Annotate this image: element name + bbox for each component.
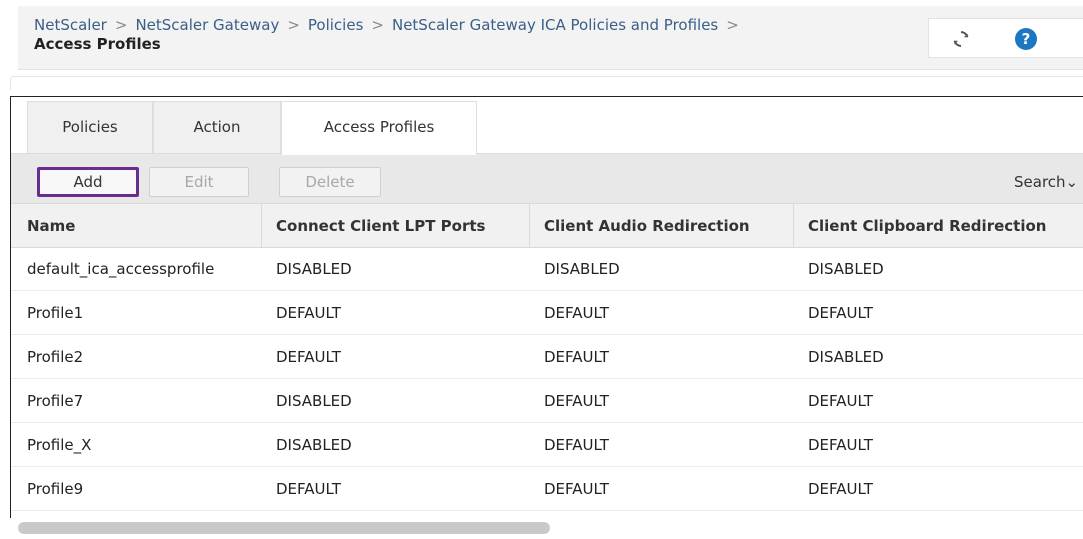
cell-clipboard-redirection: DEFAULT	[808, 436, 873, 454]
breadcrumb-separator: >	[371, 16, 384, 34]
cell-audio-redirection: DEFAULT	[544, 348, 609, 366]
breadcrumb: NetScaler > NetScaler Gateway > Policies > Net…	[34, 16, 904, 54]
search-label: Search	[1014, 173, 1066, 191]
table-row[interactable]: Profile2 DEFAULT DEFAULT DISABLED	[11, 336, 1083, 379]
cell-name: Profile1	[27, 304, 84, 322]
table-row[interactable]: Profile9 DEFAULT DEFAULT DEFAULT	[11, 468, 1083, 511]
cell-name: default_ica_accessprofile	[27, 260, 215, 278]
column-divider[interactable]	[529, 204, 530, 248]
breadcrumb-item-netscaler[interactable]: NetScaler	[34, 16, 107, 34]
tab-access-profiles[interactable]: Access Profiles	[281, 101, 477, 155]
search-button[interactable]: Search⌄	[1014, 173, 1078, 191]
tab-action[interactable]: Action	[153, 101, 281, 155]
add-button[interactable]: Add	[37, 167, 139, 197]
column-header-name[interactable]: Name	[27, 204, 257, 247]
header-actions: ?	[928, 18, 1083, 58]
cell-name: Profile_X	[27, 436, 92, 454]
cell-name: Profile9	[27, 480, 84, 498]
help-icon[interactable]: ?	[1015, 28, 1037, 50]
breadcrumb-separator: >	[287, 16, 300, 34]
cell-clipboard-redirection: DEFAULT	[808, 304, 873, 322]
cell-audio-redirection: DEFAULT	[544, 480, 609, 498]
tab-policies[interactable]: Policies	[27, 101, 153, 155]
column-header-clipboard-redirection[interactable]: Client Clipboard Redirection	[808, 204, 1083, 247]
cell-audio-redirection: DEFAULT	[544, 436, 609, 454]
breadcrumb-separator: >	[114, 16, 128, 34]
table-header: Name Connect Client LPT Ports Client Aud…	[11, 203, 1083, 248]
table-row[interactable]: Profile1 DEFAULT DEFAULT DEFAULT	[11, 292, 1083, 335]
main-panel: Policies Action Access Profiles Add Edit…	[10, 96, 1083, 539]
refresh-icon[interactable]	[951, 29, 971, 49]
horizontal-scrollbar[interactable]	[10, 518, 1083, 539]
breadcrumb-item-gateway[interactable]: NetScaler Gateway	[135, 16, 279, 34]
column-divider[interactable]	[793, 204, 794, 248]
cell-lpt-ports: DEFAULT	[276, 348, 341, 366]
scrollbar-thumb[interactable]	[18, 522, 550, 534]
delete-button[interactable]: Delete	[279, 167, 381, 197]
toolbar: Add Edit Delete Search⌄	[11, 153, 1083, 203]
cell-audio-redirection: DEFAULT	[544, 392, 609, 410]
cell-name: Profile7	[27, 392, 84, 410]
breadcrumb-item-policies[interactable]: Policies	[308, 16, 363, 34]
cell-name: Profile2	[27, 348, 84, 366]
cell-clipboard-redirection: DISABLED	[808, 348, 884, 366]
table-row[interactable]: Profile7 DISABLED DEFAULT DEFAULT	[11, 380, 1083, 423]
cell-clipboard-redirection: DISABLED	[808, 260, 884, 278]
edit-button[interactable]: Edit	[149, 167, 249, 197]
content-frame-top	[10, 76, 1083, 90]
cell-lpt-ports: DEFAULT	[276, 480, 341, 498]
cell-lpt-ports: DISABLED	[276, 436, 352, 454]
table-row[interactable]: Profile_X DISABLED DEFAULT DEFAULT	[11, 424, 1083, 467]
cell-lpt-ports: DEFAULT	[276, 304, 341, 322]
column-divider[interactable]	[261, 204, 262, 248]
chevron-down-icon: ⌄	[1065, 173, 1079, 191]
cell-audio-redirection: DEFAULT	[544, 304, 609, 322]
cell-clipboard-redirection: DEFAULT	[808, 392, 873, 410]
table-row[interactable]: default_ica_accessprofile DISABLED DISAB…	[11, 248, 1083, 291]
cell-clipboard-redirection: DEFAULT	[808, 480, 873, 498]
column-header-audio-redirection[interactable]: Client Audio Redirection	[544, 204, 794, 247]
breadcrumb-separator: >	[726, 16, 739, 34]
cell-lpt-ports: DISABLED	[276, 260, 352, 278]
column-header-lpt-ports[interactable]: Connect Client LPT Ports	[276, 204, 526, 247]
cell-lpt-ports: DISABLED	[276, 392, 352, 410]
breadcrumb-item-ica-policies[interactable]: NetScaler Gateway ICA Policies and Profi…	[392, 16, 718, 34]
cell-audio-redirection: DISABLED	[544, 260, 620, 278]
page-title: Access Profiles	[34, 35, 161, 53]
header-bar: NetScaler > NetScaler Gateway > Policies > Net…	[18, 6, 1083, 70]
